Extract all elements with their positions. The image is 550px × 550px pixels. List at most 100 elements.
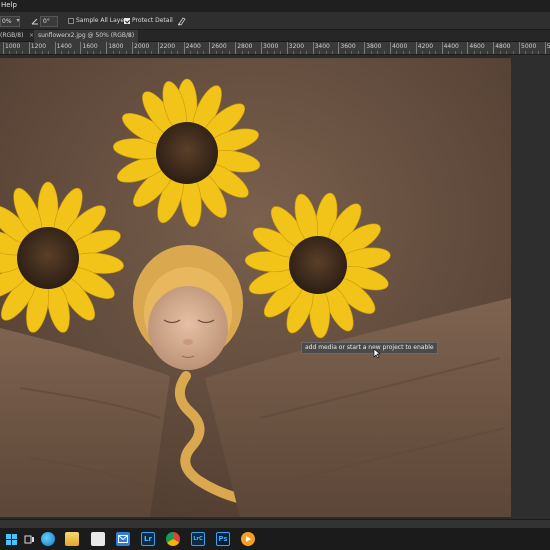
ruler-minor-tick [357,51,359,54]
ruler-tick [338,42,340,54]
ruler-minor-tick [273,51,275,54]
ruler-minor-tick [177,51,179,54]
edge-icon[interactable] [41,532,55,546]
image-canvas[interactable] [0,58,511,517]
ruler-tick [441,42,443,54]
taskbar-icon-label: Ps [218,535,228,543]
ruler-minor-tick [370,51,372,54]
ruler-minor-tick [99,51,101,54]
ruler-tick-label: 2600 [211,43,227,50]
ruler-minor-tick [119,51,121,54]
chrome-icon[interactable] [166,532,180,546]
task-view-icon[interactable] [22,532,36,546]
ruler-minor-tick [228,51,230,54]
brush-settings-icon[interactable] [177,16,186,26]
ruler-minor-tick [486,51,488,54]
ruler-minor-tick [448,51,450,54]
ruler-tick-label: 1400 [56,43,72,50]
ruler-minor-tick [383,51,385,54]
ruler-minor-tick [538,51,540,54]
file-explorer-icon[interactable] [65,532,79,546]
horizontal-ruler[interactable]: 1000 1200 1400 1600 1800 2000 2200 2400 2600 2800… [0,42,550,55]
ruler-tick [80,42,82,54]
protect-detail-checkbox[interactable] [124,18,130,24]
ruler-tick-label: 3400 [314,43,330,50]
ruler-tick-label: 4200 [417,43,434,50]
ruler-tick [235,42,237,54]
ruler-minor-tick [164,51,166,54]
sample-all-layers-label: Sample All Layers [76,17,130,24]
ruler-tick [519,42,520,54]
ruler-tick [544,42,546,54]
tab-sunflowerx2[interactable]: sunflowerx2.jpg @ 50% (RGB/8) [34,30,139,42]
options-bar: 0% ▾ 0° Sample All Layers Protect Detail [0,12,550,30]
ruler-tick [261,42,262,54]
store-icon[interactable] [91,532,105,546]
menu-help[interactable]: Help [1,0,17,11]
ruler-tick [415,42,417,54]
ruler-minor-tick [428,51,430,54]
ruler-minor-tick [215,51,217,54]
ruler-minor-tick [460,51,462,54]
ruler-minor-tick [9,51,11,54]
ruler-minor-tick [93,51,95,54]
ruler-minor-tick [15,51,17,54]
ruler-minor-tick [254,51,256,54]
ruler-minor-tick [151,51,153,54]
taskbar: Lr LrC Ps [0,528,550,550]
ruler-tick-label: 4800 [495,43,511,50]
ruler-minor-tick [202,51,204,54]
chevron-down-icon[interactable]: ▾ [14,16,22,27]
tooltip: add media or start a new project to enab… [301,342,438,354]
ruler-minor-tick [325,51,327,54]
photoshop-icon[interactable]: Ps [216,532,230,546]
ruler-minor-tick [422,51,424,54]
ruler-tick-label: 3200 [288,43,305,50]
ruler-minor-tick [473,51,475,54]
sample-all-layers-checkbox[interactable] [68,18,74,24]
ruler-minor-tick [86,51,88,54]
ruler-minor-tick [506,51,508,54]
windows-start-icon[interactable] [4,532,18,546]
ruler-tick-label: 3000 [263,43,279,50]
ruler-minor-tick [499,51,501,54]
ruler-minor-tick [402,51,404,54]
lightroom-classic-icon[interactable]: LrC [191,532,205,546]
ruler-tick [54,42,56,54]
taskbar-icon-label: Lr [144,535,152,543]
angle-field[interactable]: 0° [40,16,58,27]
ruler-tick-label: 3800 [366,43,382,50]
angle-icon [31,18,38,25]
ruler-minor-tick [512,51,514,54]
ruler-minor-tick [409,51,411,54]
ruler-minor-tick [480,51,482,54]
ruler-minor-tick [112,51,114,54]
ruler-tick [157,42,159,54]
ruler-tick-label: 2400 [185,43,201,50]
ruler-tick [312,42,314,54]
ruler-minor-tick [280,51,282,54]
ruler-minor-tick [293,51,295,54]
ruler-minor-tick [351,51,353,54]
ruler-tick-label: 3600 [340,43,356,50]
ruler-minor-tick [144,51,146,54]
ruler-minor-tick [248,51,250,54]
ruler-tick [3,42,4,54]
tab-previous-document[interactable]: (RGB/8) [0,30,23,42]
ruler-minor-tick [306,51,308,54]
ruler-tick-label: 4600 [469,43,485,50]
close-icon[interactable]: × [127,30,132,42]
ruler-tick [286,42,288,54]
ruler-minor-tick [67,51,69,54]
ruler-minor-tick [531,51,533,54]
ruler-minor-tick [454,51,456,54]
ruler-minor-tick [61,51,63,54]
ruler-tick [132,42,133,54]
mail-icon[interactable] [116,532,130,546]
ruler-minor-tick [35,51,37,54]
taskbar-icon-label: LrC [193,536,203,542]
media-player-icon[interactable] [241,532,255,546]
ruler-tick [106,42,108,54]
ruler-tick [390,42,391,54]
lightroom-icon[interactable]: Lr [141,532,155,546]
